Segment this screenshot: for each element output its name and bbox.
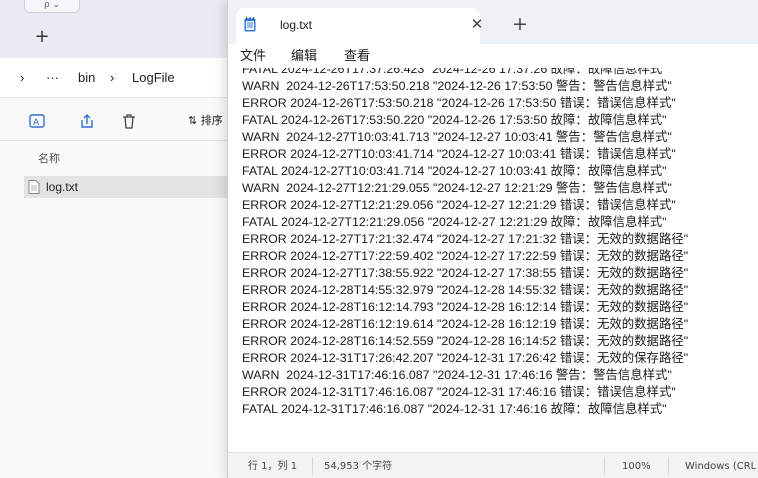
new-tab-button[interactable]: + [510,14,530,34]
zoom-level[interactable]: 100% [622,461,651,473]
log-line: ERROR 2024-12-27T17:22:59.402 "2024-12-2… [242,249,689,263]
log-line: FATAL 2024-12-26T17:37:26.423 "2024-12-2… [242,68,667,76]
column-header-name[interactable]: 名称 [38,152,60,166]
log-line: ERROR 2024-12-28T14:55:32.979 "2024-12-2… [242,283,689,297]
log-line: ERROR 2024-12-27T10:03:41.714 "2024-12-2… [242,147,676,161]
menu-view[interactable]: 查看 [344,49,370,65]
tab-title: log.txt [280,18,313,32]
status-bar [228,452,758,478]
log-line: ERROR 2024-12-27T12:21:29.056 "2024-12-2… [242,198,676,212]
status-divider [604,457,605,475]
explorer-new-tab-button[interactable]: + [32,27,52,47]
log-line: ERROR 2024-12-27T17:38:55.922 "2024-12-2… [242,266,689,280]
log-line: FATAL 2024-12-27T10:03:41.714 "2024-12-2… [242,164,667,178]
notepad-window: log.txt ✕ + 文件 编辑 查看 FATAL 2024-12-26T17… [227,0,758,478]
rename-icon[interactable]: A [28,112,46,130]
status-divider [312,457,313,475]
explorer-search-fragment[interactable]: ρ ⌄ [24,0,80,13]
breadcrumb-chevron-icon: › [110,70,115,85]
log-line: ERROR 2024-12-26T17:53:50.218 "2024-12-2… [242,96,676,110]
log-line: ERROR 2024-12-28T16:14:52.559 "2024-12-2… [242,334,689,348]
log-lines: FATAL 2024-12-26T17:37:26.423 "2024-12-2… [242,68,688,418]
log-line: ERROR 2024-12-31T17:46:16.087 "2024-12-3… [242,385,676,399]
svg-text:A: A [33,118,40,128]
file-name-label: log.txt [46,180,79,194]
text-file-icon [28,180,40,194]
text-editor-area[interactable]: FATAL 2024-12-26T17:37:26.423 "2024-12-2… [242,68,757,450]
log-line: FATAL 2024-12-27T12:21:29.056 "2024-12-2… [242,215,667,229]
status-divider [668,457,669,475]
log-line: ERROR 2024-12-28T16:12:19.614 "2024-12-2… [242,317,689,331]
log-line: FATAL 2024-12-31T17:46:16.087 "2024-12-3… [242,402,667,416]
log-line: WARN 2024-12-26T17:53:50.218 "2024-12-26… [242,79,672,93]
log-line: ERROR 2024-12-28T16:12:14.793 "2024-12-2… [242,300,689,314]
log-line: ERROR 2024-12-27T17:21:32.474 "2024-12-2… [242,232,689,246]
log-line: WARN 2024-12-31T17:46:16.087 "2024-12-31… [242,368,672,382]
notepad-icon [244,17,256,32]
notepad-tab[interactable] [236,8,480,44]
menu-file[interactable]: 文件 [240,49,266,65]
line-ending[interactable]: Windows (CRL [685,461,756,473]
breadcrumb-logfile[interactable]: LogFile [132,69,175,87]
log-line: WARN 2024-12-27T12:21:29.055 "2024-12-27… [242,181,672,195]
character-count: 54,953 个字符 [324,461,393,472]
address-more-button[interactable]: ··· [46,69,59,87]
explorer-address-bar[interactable] [0,58,232,98]
log-line: WARN 2024-12-27T10:03:41.713 "2024-12-27… [242,130,672,144]
close-tab-icon[interactable]: ✕ [468,15,486,33]
file-explorer-window: ρ ⌄ + › ··· bin › LogFile A ⇅ 排序 ⌄ 名称 lo… [0,0,235,478]
delete-icon[interactable] [120,112,138,130]
address-chevron-icon[interactable]: › [20,69,24,87]
log-line: ERROR 2024-12-31T17:26:42.207 "2024-12-3… [242,351,689,365]
cursor-position[interactable]: 行 1，列 1 [248,461,297,473]
menu-edit[interactable]: 编辑 [291,49,317,65]
breadcrumb-bin[interactable]: bin [78,69,95,87]
log-line: FATAL 2024-12-26T17:53:50.220 "2024-12-2… [242,113,667,127]
share-icon[interactable] [78,112,96,130]
